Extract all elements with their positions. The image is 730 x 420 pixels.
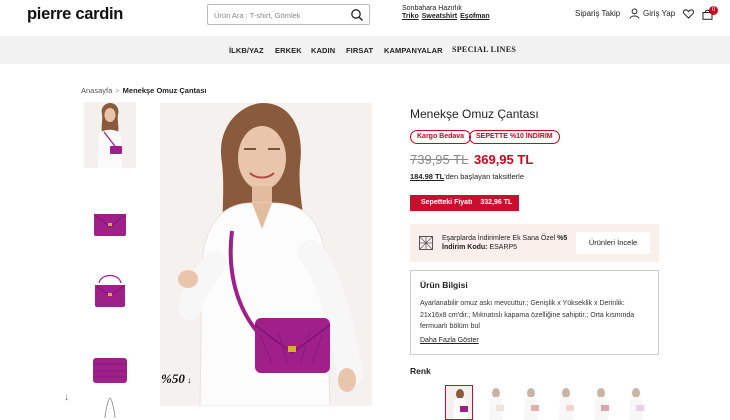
order-tracking-link[interactable]: Sipariş Takip (575, 9, 620, 18)
discount-badge: %50 ↓ (161, 371, 192, 386)
promo-title: Sonbahara Hazırlık (402, 5, 462, 12)
discount-text: %50 (161, 371, 185, 386)
promo-link-esofman[interactable]: Eşofman (460, 13, 490, 20)
thumbnail-bag-front[interactable] (84, 193, 136, 259)
color-swatch-6[interactable] (622, 385, 650, 420)
scarf-promo-desc: Eşarplarda İndirimlere Ek Sana Özel (442, 235, 558, 242)
scarf-promo-code: ESARP5 (489, 244, 518, 251)
old-price: 739,95 TL (410, 152, 469, 167)
view-products-button[interactable]: Ürünleri İncele (576, 232, 650, 254)
product-info-box: Ürün Bilgisi Ayarlanabilir omuz askı mev… (410, 270, 659, 355)
model-thumbnail-image (98, 103, 122, 168)
product-title: Menekşe Omuz Çantası (410, 107, 539, 121)
cart-price-value: 332,96 TL (480, 199, 513, 206)
scarf-promo-text: Eşarplarda İndirimlere Ek Sana Özel %5 İ… (442, 234, 587, 252)
brand-logo[interactable]: pierre cardin (27, 5, 123, 24)
scarf-promo-code-label: İndirim Kodu: (442, 244, 488, 251)
color-swatch-5[interactable] (587, 385, 615, 420)
product-page: pierre cardin Sonbahara Hazırlık TrikoSw… (0, 0, 730, 420)
thumbnail-model[interactable] (84, 102, 136, 168)
free-shipping-tag: Kargo Bedava (410, 130, 472, 144)
color-swatch-2[interactable] (482, 385, 510, 420)
search-input[interactable] (214, 8, 344, 22)
swatch-6-image (629, 388, 644, 420)
user-icon[interactable] (629, 8, 640, 19)
swatch-3-image (524, 388, 539, 420)
product-info-description: Ayarlanabilir omuz askı mevcuttur.; Geni… (420, 300, 635, 330)
main-product-image[interactable] (160, 103, 372, 406)
scarf-promo-box: Eşarplarda İndirimlere Ek Sana Özel %5 İ… (410, 224, 659, 262)
cart-discount-tag: SEPETTE %10 İNDİRİM (469, 130, 560, 144)
color-swatch-4[interactable] (552, 385, 580, 420)
thumbnails-down-arrow-icon[interactable]: ↓ (64, 392, 69, 403)
nav-item-special-lines[interactable]: SPECIAL LINES (452, 45, 516, 54)
main-nav: İLKB/YAZ ERKEK KADIN FIRSAT KAMPANYALAR … (0, 36, 730, 64)
cart-count-badge: 0 (709, 6, 718, 15)
header-promo: Sonbahara Hazırlık Triko Sweatshirt Eşofma… (402, 5, 493, 21)
thumbnail-bag-angle[interactable] (84, 263, 136, 329)
nav-item-kadin[interactable]: KADIN (311, 46, 335, 55)
breadcrumb-separator: > (115, 86, 120, 95)
login-link[interactable]: Giriş Yap (643, 9, 675, 18)
show-more-link[interactable]: Daha Fazla Göster (420, 337, 479, 344)
promo-link-triko[interactable]: Triko (402, 13, 419, 20)
nav-item-erkek[interactable]: ERKEK (275, 46, 302, 55)
promo-link-sweatshirt[interactable]: Sweatshirt (422, 13, 457, 20)
swatch-2-image (489, 388, 504, 420)
nav-item-firsat[interactable]: FIRSAT (346, 46, 373, 55)
breadcrumb: Anasayfa > Menekşe Omuz Çantası (81, 86, 206, 95)
nav-item-kampanyalar[interactable]: KAMPANYALAR (384, 46, 443, 55)
site-header: pierre cardin Sonbahara Hazırlık TrikoSw… (0, 0, 730, 36)
cart-price-label: Sepetteki Fiyatı (421, 199, 473, 206)
search-box[interactable] (207, 4, 370, 25)
heart-icon[interactable] (683, 9, 694, 19)
swatch-5-image (594, 388, 609, 420)
color-label: Renk (410, 366, 431, 376)
color-swatch-3[interactable] (517, 385, 545, 420)
nav-item-ilkb-yaz[interactable]: İLKB/YAZ (229, 46, 264, 55)
installment-amount[interactable]: 184.98 TL (410, 172, 444, 181)
installment-info[interactable]: 184.98 TL'den başlayan taksitlerle (410, 172, 524, 181)
breadcrumb-home[interactable]: Anasayfa (81, 86, 112, 95)
cart-price-box: Sepetteki Fiyatı 332,96 TL (410, 195, 519, 211)
product-info-heading: Ürün Bilgisi (420, 280, 468, 290)
pattern-icon (419, 236, 433, 250)
bag-angle-thumbnail-image (94, 274, 126, 307)
swatch-4-image (559, 388, 574, 420)
swatch-purple-image (446, 386, 472, 419)
bag-front-thumbnail-image (93, 213, 127, 236)
breadcrumb-current: Menekşe Omuz Çantası (122, 86, 207, 95)
model-with-bag-image (160, 103, 372, 406)
scarf-promo-percent: %5 (557, 235, 568, 242)
sale-price: 369,95 TL (474, 152, 534, 167)
installment-text: 'den başlayan taksitlerle (444, 172, 524, 181)
strap-thumbnail-image (104, 397, 116, 419)
color-swatch-purple[interactable] (445, 385, 473, 420)
thumbnail-strap[interactable] (84, 396, 136, 420)
search-icon[interactable] (350, 8, 364, 22)
